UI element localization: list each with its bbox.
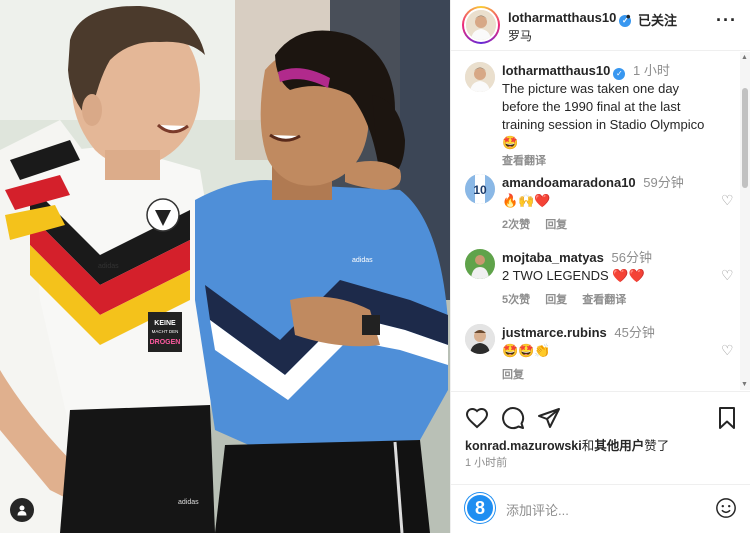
author-avatar-image: [466, 10, 496, 40]
person-icon: [17, 505, 27, 516]
likes-suffix: 赞了: [644, 439, 670, 453]
scroll-up-arrow-icon[interactable]: ▲: [741, 54, 748, 61]
comment-username[interactable]: justmarce.rubins: [502, 325, 607, 340]
scrollbar-thumb[interactable]: [742, 88, 748, 188]
shirt-brand-left: adidas: [98, 263, 119, 270]
caption-username[interactable]: lotharmatthaus10: [502, 63, 610, 78]
comment-username[interactable]: amandoamaradona10: [502, 175, 636, 190]
scroll-down-arrow-icon[interactable]: ▼: [741, 381, 748, 388]
caption-time: 1 小时: [633, 63, 670, 78]
comment-text: 🔥🙌❤️: [502, 193, 551, 208]
comment-text: 2 TWO LEGENDS ❤️❤️: [502, 268, 645, 283]
emoji-smiley-icon[interactable]: [715, 497, 737, 519]
share-paper-plane-icon[interactable]: [537, 406, 561, 430]
post-timestamp[interactable]: 1 小时前: [465, 454, 507, 470]
commenter-avatar[interactable]: [465, 249, 495, 279]
comment-text: 🤩🤩👏: [502, 343, 551, 358]
comment-time: 59分钟: [643, 175, 684, 190]
comment-username[interactable]: mojtaba_matyas: [502, 250, 604, 265]
save-bookmark-icon[interactable]: [715, 406, 739, 430]
header-separator: •: [626, 9, 631, 24]
post-actions: konrad.mazurowski和其他用户赞了 1 小时前 8 添加评论...: [451, 391, 750, 532]
like-heart-icon[interactable]: [465, 406, 489, 430]
shirt-brand-right: adidas: [352, 257, 373, 264]
instagram-post-view: KEINE MACHT DEN DROGEN adidas adidas adi…: [0, 0, 750, 533]
svg-text:10: 10: [473, 183, 487, 197]
post-location-link[interactable]: 罗马: [508, 27, 532, 44]
comment-translate-link[interactable]: 查看翻译: [582, 294, 626, 306]
comment-reply-link[interactable]: 回复: [545, 294, 567, 306]
caption-avatar-image: [465, 62, 495, 92]
likes-joiner: 和: [581, 439, 595, 453]
likes-summary: konrad.mazurowski和其他用户赞了: [465, 435, 669, 454]
current-user-avatar[interactable]: 8: [465, 493, 495, 523]
more-dots-icon[interactable]: ···: [716, 10, 737, 31]
photo-illustration: KEINE MACHT DEN DROGEN adidas adidas adi…: [0, 0, 450, 533]
caption-author-avatar[interactable]: [465, 62, 495, 92]
comment-like-heart-icon[interactable]: ♡: [721, 342, 735, 358]
comment-likes-count[interactable]: 5次赞: [502, 294, 530, 306]
jersey-text-2: MACHT DEN: [152, 329, 179, 334]
author-username-link[interactable]: lotharmatthaus10 ✓: [508, 10, 632, 27]
liker-username[interactable]: konrad.mazurowski: [465, 439, 582, 453]
verified-badge-icon: ✓: [613, 68, 626, 80]
add-comment-input[interactable]: 添加评论...: [506, 500, 569, 519]
comment-like-heart-icon[interactable]: ♡: [721, 267, 735, 283]
commenter-avatar[interactable]: [465, 324, 495, 354]
author-username: lotharmatthaus10: [508, 10, 617, 25]
tagged-users-button[interactable]: [10, 498, 34, 522]
commenter-avatar-image: [465, 249, 495, 279]
comment-reply-link[interactable]: 回复: [502, 369, 524, 381]
caption-emoji: 🤩: [502, 135, 519, 150]
post-header: lotharmatthaus10 ✓ • 已关注 罗马 ···: [451, 0, 750, 51]
jersey-text-3: DROGEN: [150, 339, 181, 346]
comment-likes-count[interactable]: 2次赞: [502, 219, 530, 231]
comments-scrollbar[interactable]: ▲ ▼: [740, 52, 750, 390]
comment-like-heart-icon[interactable]: ♡: [721, 192, 735, 208]
commenter-avatar[interactable]: 10: [465, 174, 495, 204]
comments-list[interactable]: lotharmatthaus10 ✓ 1 小时 The picture was t…: [451, 52, 750, 390]
caption-translate-link[interactable]: 查看翻译: [502, 155, 546, 167]
comment-time: 45分钟: [614, 325, 655, 340]
jersey-text-1: KEINE: [154, 320, 176, 327]
post-photo[interactable]: KEINE MACHT DEN DROGEN adidas adidas adi…: [0, 0, 450, 533]
caption-text: The picture was taken one day before the…: [502, 81, 705, 132]
commenter-avatar-image: 10: [465, 174, 495, 204]
comment-bubble-icon[interactable]: [501, 406, 525, 430]
author-avatar[interactable]: [462, 6, 500, 44]
post-side-panel: lotharmatthaus10 ✓ • 已关注 罗马 ··· lotharma…: [450, 0, 750, 533]
comment-time: 56分钟: [611, 250, 652, 265]
add-comment-bar: 8 添加评论...: [451, 484, 750, 532]
following-button[interactable]: 已关注: [638, 10, 677, 29]
comment-reply-link[interactable]: 回复: [545, 219, 567, 231]
shorts-brand: adidas: [178, 499, 199, 506]
commenter-avatar-image: [465, 324, 495, 354]
other-likers-link[interactable]: 其他用户: [594, 439, 644, 453]
